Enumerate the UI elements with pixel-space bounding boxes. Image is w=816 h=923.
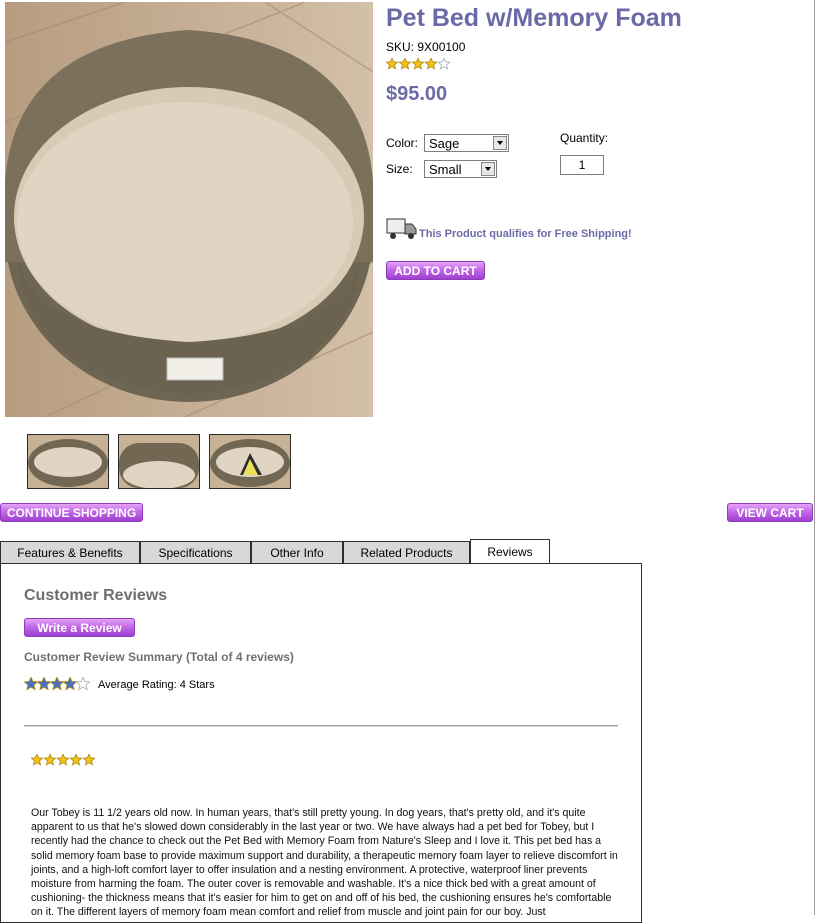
quantity-input[interactable]: 1 xyxy=(560,155,604,175)
star-icon xyxy=(385,56,399,70)
page-right-border xyxy=(814,0,815,915)
star-icon xyxy=(411,56,425,70)
divider xyxy=(24,725,618,727)
free-shipping-text: This Product qualifies for Free Shipping… xyxy=(419,228,632,240)
color-select[interactable]: Sage xyxy=(424,134,509,152)
star-icon xyxy=(82,752,96,766)
star-icon xyxy=(62,675,78,691)
write-review-button[interactable]: Write a Review xyxy=(24,618,135,637)
tab-other-info[interactable]: Other Info xyxy=(251,541,343,564)
product-title: Pet Bed w/Memory Foam xyxy=(386,4,682,32)
product-thumbnail-2[interactable] xyxy=(118,434,200,489)
star-icon xyxy=(398,56,412,70)
chevron-down-icon[interactable] xyxy=(493,136,507,150)
star-icon xyxy=(49,675,65,691)
tab-reviews[interactable]: Reviews xyxy=(470,539,550,563)
pet-bed-image xyxy=(5,2,373,417)
chevron-down-icon[interactable] xyxy=(481,162,495,176)
star-icon xyxy=(424,56,438,70)
product-price: $95.00 xyxy=(386,83,448,105)
customer-reviews-heading: Customer Reviews xyxy=(24,587,168,604)
product-sku: SKU: 9X00100 xyxy=(386,40,466,54)
product-main-image[interactable] xyxy=(5,2,373,417)
star-icon xyxy=(56,752,70,766)
star-icon xyxy=(30,752,44,766)
pet-bed-side-thumbnail-image xyxy=(119,435,199,488)
color-label: Color: xyxy=(386,136,419,150)
average-rating-stars xyxy=(23,675,91,697)
view-cart-button[interactable]: VIEW CART xyxy=(727,503,813,522)
product-rating-stars xyxy=(385,56,452,76)
quantity-label: Quantity: xyxy=(560,131,609,145)
star-icon xyxy=(36,675,52,691)
star-icon xyxy=(43,752,57,766)
tab-features-benefits[interactable]: Features & Benefits xyxy=(0,541,140,564)
add-to-cart-button[interactable]: ADD TO CART xyxy=(386,261,485,280)
size-select[interactable]: Small xyxy=(424,160,497,178)
product-thumbnail-3[interactable] xyxy=(209,434,291,489)
star-icon xyxy=(437,56,451,70)
star-icon xyxy=(75,675,91,691)
average-rating-text: Average Rating: 4 Stars xyxy=(98,679,215,691)
review-text: Our Tobey is 11 1/2 years old now. In hu… xyxy=(31,807,618,919)
truck-icon xyxy=(386,217,418,246)
continue-shopping-button[interactable]: CONTINUE SHOPPING xyxy=(0,503,143,522)
product-thumbnail-1[interactable] xyxy=(27,434,109,489)
size-select-value: Small xyxy=(429,162,462,177)
color-select-value: Sage xyxy=(429,136,460,151)
tab-specifications[interactable]: Specifications xyxy=(140,541,251,564)
size-label: Size: xyxy=(386,162,413,176)
review-summary: Customer Review Summary (Total of 4 revi… xyxy=(24,650,294,664)
pet-bed-thumbnail-image xyxy=(28,435,108,488)
tab-related-products[interactable]: Related Products xyxy=(343,541,470,564)
review-rating-stars xyxy=(30,752,97,772)
star-icon xyxy=(23,675,39,691)
star-icon xyxy=(69,752,83,766)
pet-bed-layers-thumbnail-image xyxy=(210,435,290,488)
